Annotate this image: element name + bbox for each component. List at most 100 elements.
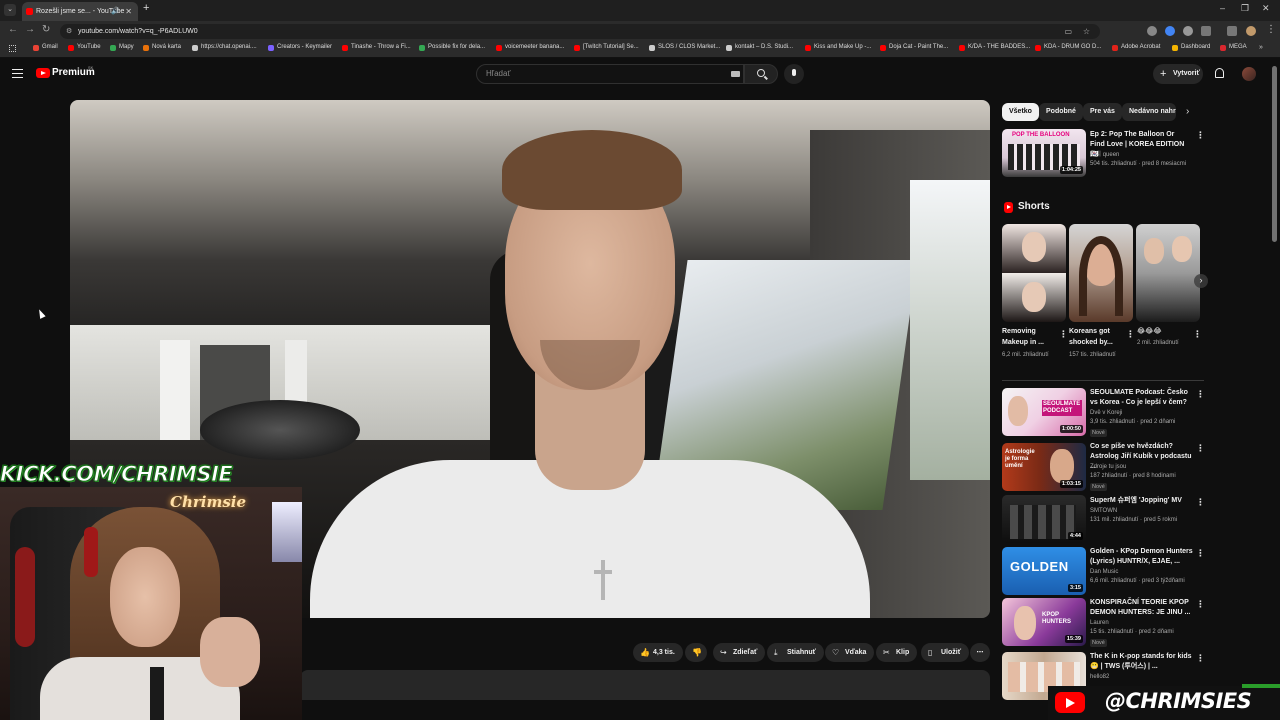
short-title[interactable]: Koreans got shocked by... [1069,326,1125,348]
short-menu-icon[interactable]: ⋮ [1193,330,1202,339]
maximize-button[interactable]: ❐ [1241,3,1249,14]
video-menu-icon[interactable]: ⋮ [1196,600,1205,609]
bookmark-item[interactable]: Nová karta [143,44,181,51]
video-title[interactable]: Golden - KPop Demon Hunters (Lyrics) HUN… [1090,547,1194,567]
bookmark-item[interactable]: SLOS / CLOS Market... [649,44,720,51]
description-box[interactable] [300,670,990,700]
more-bookmarks-icon[interactable]: » [1259,44,1263,51]
youtube-logo-icon[interactable] [36,68,50,78]
video-channel[interactable]: Lauren [1090,619,1109,628]
bookmark-item[interactable]: MEGA [1220,44,1247,51]
more-actions-button[interactable]: ⋯ [970,643,990,662]
reload-icon[interactable]: ↻ [42,24,50,35]
bookmark-item[interactable]: voicemeeter banana... [496,44,564,51]
video-channel[interactable]: Zdroje tu jsou [1090,463,1126,472]
chips-next-icon[interactable]: › [1186,106,1189,117]
bookmark-item[interactable]: https://chat.openai.... [192,44,257,51]
avatar[interactable] [1242,67,1256,81]
download-button[interactable]: ⤓ Stiahnuť [767,643,825,662]
clip-button[interactable]: ✂ Klip [876,643,918,662]
browser-menu-icon[interactable]: ⋮ [1266,24,1276,35]
chip-all[interactable]: Všetko [1002,103,1039,121]
bookmark-item[interactable]: kontakt – D.S. Studi... [726,44,793,51]
forward-arrow-icon[interactable]: → [25,24,35,35]
search-button[interactable] [744,64,778,84]
video-thumbnail[interactable]: 4:44 [1002,495,1086,543]
video-thumbnail[interactable]: GOLDEN 3:15 [1002,547,1086,595]
bookmark-item[interactable]: K/DA - THE BADDES... [959,44,1030,51]
bookmark-star-icon[interactable]: ☆ [1083,24,1090,39]
video-channel[interactable]: SMTOWN [1090,507,1117,516]
video-channel[interactable]: Dan Music [1090,568,1118,577]
menu-icon[interactable] [12,69,23,78]
bookmark-item[interactable]: Adobe Acrobat [1112,44,1160,51]
video-thumbnail[interactable]: Astrologie je forma umění 1:03:15 [1002,443,1086,491]
dislike-button[interactable]: 👎 [685,643,707,662]
video-title[interactable]: KONSPIRAČNÍ TEORIE KPOP DEMON HUNTERS: J… [1090,598,1194,618]
bookmark-item[interactable]: Creators - Keymailer [268,44,332,51]
media-control-icon[interactable] [1227,26,1237,36]
short-menu-icon[interactable]: ⋮ [1126,330,1135,339]
share-button[interactable]: ↪ Zdieľať [713,643,766,662]
bookmark-item[interactable]: KDA - DRUM GO D... [1035,44,1101,51]
save-button[interactable]: ▯ Uložiť [921,643,970,662]
close-tab-icon[interactable]: ✕ [125,2,132,21]
extension-triangle-icon[interactable] [1183,26,1193,36]
short-thumbnail[interactable] [1069,224,1133,322]
extension-shield-icon[interactable] [1147,26,1157,36]
minimize-button[interactable]: – [1220,3,1225,13]
speaker-icon[interactable]: 🔊 [111,2,120,21]
tab-search-button[interactable]: ⌄ [4,4,16,16]
site-info-icon[interactable]: ⚙ [66,24,72,39]
video-title[interactable]: SuperM 슈퍼엠 'Jopping' MV [1090,496,1194,506]
bookmark-item[interactable]: Dashboard [1172,44,1210,51]
profile-avatar-icon[interactable] [1246,26,1256,36]
chip-recent[interactable]: Nedávno nahra [1122,103,1176,121]
short-thumbnail[interactable] [1136,224,1200,322]
bookmark-item[interactable]: Kiss and Make Up -... [805,44,871,51]
keyboard-icon[interactable] [731,71,740,77]
bookmark-item[interactable]: YouTube [68,44,101,51]
browser-tab-active[interactable]: Rozešli jsme se... - YouTube 🔊 ✕ [22,2,138,21]
page-scrollbar[interactable] [1272,66,1277,242]
like-button[interactable]: 👍 4,3 tis. [633,643,683,662]
short-title[interactable]: 😂😂😂 [1137,326,1193,337]
video-thumbnail[interactable]: KPOP HUNTERS 15:39 [1002,598,1086,646]
video-menu-icon[interactable]: ⋮ [1196,498,1205,507]
close-window-button[interactable]: ✕ [1262,3,1270,14]
thanks-button[interactable]: ♡ Vďaka [825,643,875,662]
chip-similar[interactable]: Podobné [1039,103,1083,121]
video-channel[interactable]: 찌니 queen [1090,151,1119,160]
video-channel[interactable]: Dvě v Koreji [1090,409,1122,418]
video-thumbnail[interactable]: SEOULMATE PODCAST 1:00:50 [1002,388,1086,436]
video-menu-icon[interactable]: ⋮ [1196,654,1205,663]
extensions-puzzle-icon[interactable] [1201,26,1211,36]
search-input[interactable]: Hľadať [476,64,744,84]
extension-blue-icon[interactable] [1165,26,1175,36]
video-menu-icon[interactable]: ⋮ [1196,390,1205,399]
video-menu-icon[interactable]: ⋮ [1196,444,1205,453]
short-title[interactable]: Removing Makeup in ... [1002,326,1058,348]
video-menu-icon[interactable]: ⋮ [1196,131,1205,140]
video-thumbnail[interactable]: POP THE BALLOON 1:04:25 [1002,129,1086,177]
video-title[interactable]: The K in K-pop stands for kids 😬 | TWS (… [1090,652,1194,672]
bookmark-item[interactable]: [Twitch Tutorial] Se... [574,44,639,51]
back-arrow-icon[interactable]: ← [8,24,18,35]
voice-search-icon[interactable] [784,64,804,84]
create-button[interactable]: Vytvoriť [1153,64,1203,84]
cast-icon[interactable]: ▭ [1064,24,1072,39]
shorts-next-icon[interactable]: › [1194,274,1208,288]
video-menu-icon[interactable]: ⋮ [1196,549,1205,558]
new-tab-button[interactable]: + [143,2,149,14]
bookmark-item[interactable]: Mapy [110,44,134,51]
bookmark-item[interactable]: Gmail [33,44,58,51]
notifications-bell-icon[interactable] [1215,68,1224,78]
bookmark-item[interactable]: Doja Cat - Paint The... [880,44,948,51]
bookmark-item[interactable]: Possible fix for dela... [419,44,485,51]
video-channel[interactable]: hello82 [1090,673,1109,682]
url-field[interactable]: ⚙ youtube.com/watch?v=q_-P6ADLUW0 ▭ ☆ [60,24,1100,39]
apps-grid-icon[interactable] [9,45,16,52]
short-thumbnail[interactable] [1002,224,1066,322]
short-menu-icon[interactable]: ⋮ [1059,330,1068,339]
video-title[interactable]: SEOULMATE Podcast: Česko vs Korea - Co j… [1090,388,1194,408]
